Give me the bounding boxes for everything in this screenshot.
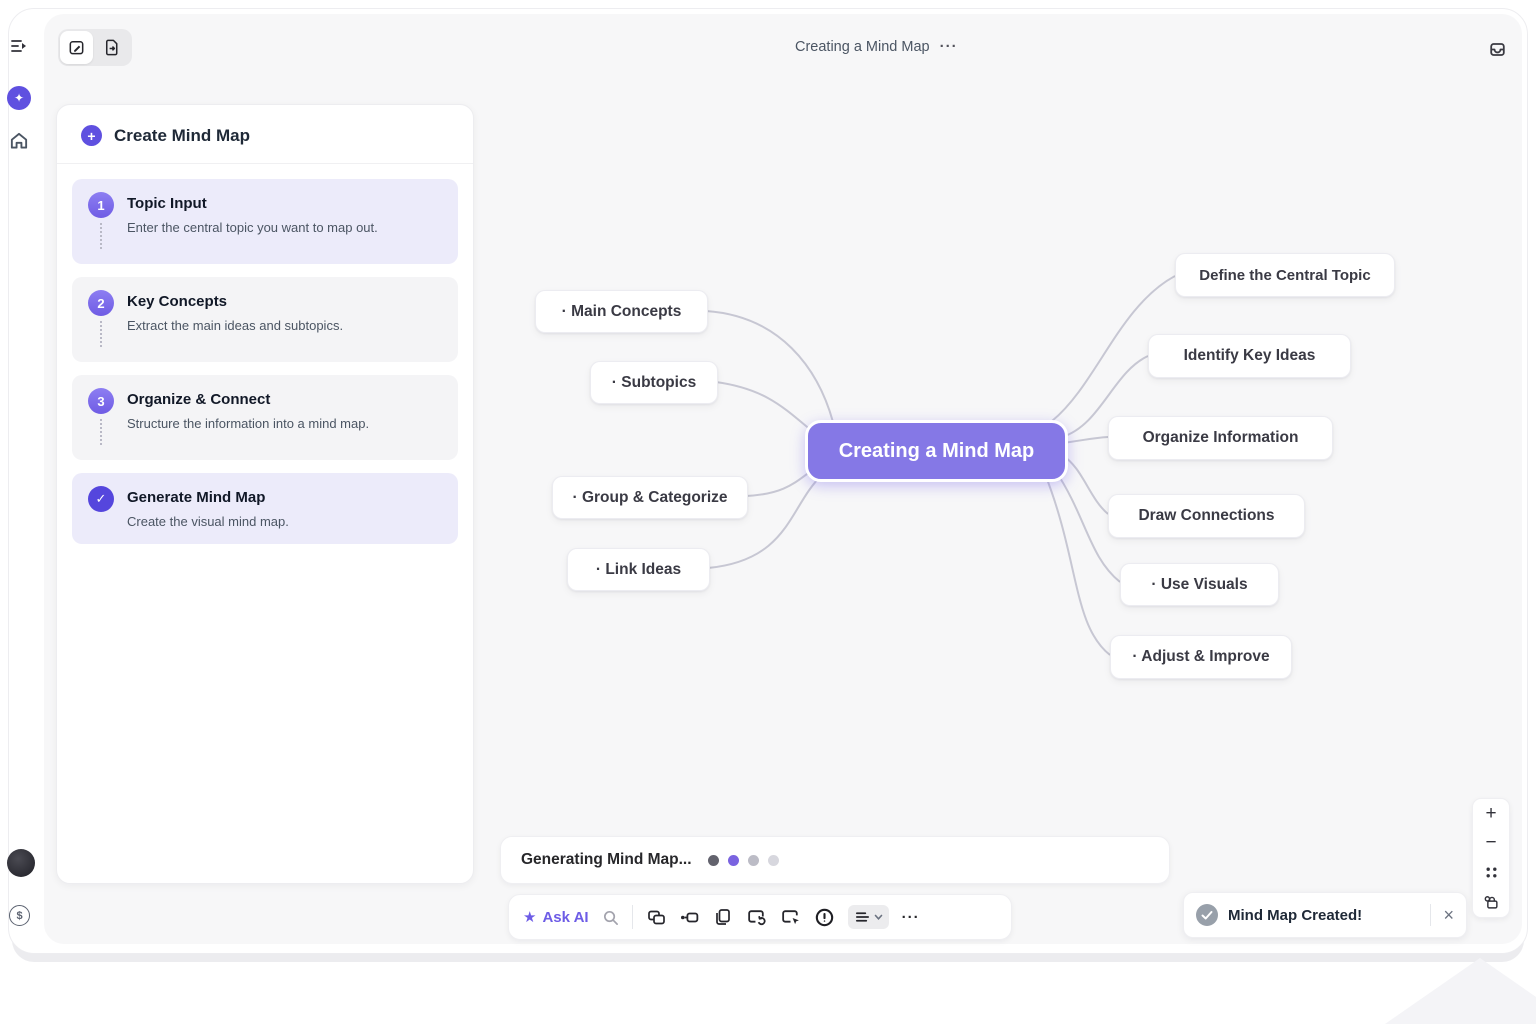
user-avatar[interactable]	[7, 849, 35, 877]
step-rail: 1	[88, 192, 114, 249]
insert-node-icon[interactable]	[679, 907, 700, 928]
avatar-image	[7, 849, 35, 877]
status-dot	[728, 855, 739, 866]
mindmap-node-adjust-improve[interactable]: · Adjust & Improve	[1110, 635, 1292, 679]
collapse-sidebar-icon[interactable]	[8, 36, 30, 56]
zoom-out-button[interactable]: −	[1478, 831, 1504, 855]
step-number-badge: 1	[88, 192, 114, 218]
search-icon[interactable]	[602, 909, 619, 926]
status-progress-dots	[708, 855, 779, 866]
ai-star-icon: ★	[523, 908, 536, 926]
step-generate-mind-map[interactable]: ✓ Generate Mind Map Create the visual mi…	[72, 473, 458, 544]
home-icon[interactable]	[8, 130, 30, 152]
step-title: Key Concepts	[127, 290, 343, 310]
chevron-down-icon	[874, 914, 883, 921]
check-circle-icon	[1196, 904, 1218, 926]
app-root: ✦ $ Creating a Mind Map ···	[0, 0, 1536, 1024]
zoom-in-button[interactable]: +	[1478, 802, 1504, 826]
step-topic-input[interactable]: 1 Topic Input Enter the central topic yo…	[72, 179, 458, 264]
step-connector-dots	[100, 419, 102, 445]
step-key-concepts[interactable]: 2 Key Concepts Extract the main ideas an…	[72, 277, 458, 362]
credits-icon[interactable]: $	[9, 905, 30, 926]
step-rail: 3	[88, 388, 114, 445]
generation-status-bar: Generating Mind Map...	[500, 836, 1170, 884]
step-organize-connect[interactable]: 3 Organize & Connect Structure the infor…	[72, 375, 458, 460]
app-logo-icon[interactable]: ✦	[7, 86, 31, 110]
frames-icon[interactable]	[646, 907, 666, 927]
step-number-badge: 3	[88, 388, 114, 414]
mindmap-center-node[interactable]: Creating a Mind Map	[805, 420, 1068, 482]
mindmap-node-main-concepts[interactable]: · Main Concepts	[535, 290, 708, 333]
status-dot	[708, 855, 719, 866]
sparkle-logo-icon: ✦	[7, 86, 31, 110]
step-description: Create the visual mind map.	[127, 514, 289, 529]
document-title: Creating a Mind Map	[795, 39, 930, 55]
inbox-icon[interactable]	[1485, 37, 1509, 61]
view-mode-switcher	[58, 29, 132, 66]
step-description: Extract the main ideas and subtopics.	[127, 318, 343, 333]
alert-circle-icon[interactable]	[814, 907, 835, 928]
step-description: Structure the information into a mind ma…	[127, 416, 369, 431]
step-number-badge: 2	[88, 290, 114, 316]
mindmap-node-link-ideas[interactable]: · Link Ideas	[567, 548, 710, 591]
mind-map-created-toast: Mind Map Created! ×	[1183, 892, 1467, 938]
step-title: Organize & Connect	[127, 388, 369, 408]
sync-frame-icon[interactable]	[746, 907, 767, 928]
plus-circle-icon: +	[81, 125, 102, 146]
background-triangle-decoration	[1385, 958, 1536, 1024]
step-connector-dots	[100, 223, 102, 249]
copy-pages-icon[interactable]	[713, 907, 733, 927]
credits-glyph: $	[9, 905, 30, 926]
mindmap-node-organize-information[interactable]: Organize Information	[1108, 416, 1333, 460]
step-description: Enter the central topic you want to map …	[127, 220, 378, 235]
align-options-button[interactable]	[848, 905, 889, 929]
document-tab[interactable]	[95, 31, 128, 64]
toast-close-icon[interactable]: ×	[1443, 905, 1454, 926]
panel-title: Create Mind Map	[114, 126, 250, 146]
title-menu-dots[interactable]: ···	[940, 38, 958, 55]
canvas-toolbar: ★ Ask AI	[508, 894, 1012, 940]
step-title: Topic Input	[127, 192, 378, 212]
mindmap-node-draw-connections[interactable]: Draw Connections	[1108, 494, 1305, 538]
steps-list: 1 Topic Input Enter the central topic yo…	[72, 179, 458, 544]
align-lines-icon	[854, 909, 871, 925]
toast-divider	[1430, 904, 1431, 926]
ask-ai-label: Ask AI	[542, 909, 588, 926]
mindmap-node-use-visuals[interactable]: · Use Visuals	[1120, 563, 1279, 606]
mindmap-node-subtopics[interactable]: · Subtopics	[590, 361, 718, 404]
step-rail: 2	[88, 290, 114, 347]
mindmap-node-group-categorize[interactable]: · Group & Categorize	[552, 476, 748, 519]
mindmap-node-identify-key-ideas[interactable]: Identify Key Ideas	[1148, 334, 1351, 378]
create-mind-map-panel: + Create Mind Map 1 Topic Input Enter th…	[56, 104, 474, 884]
select-frame-icon[interactable]	[780, 907, 801, 928]
step-check-icon: ✓	[88, 486, 114, 512]
canvas-zoom-controls: + −	[1472, 798, 1510, 918]
fit-view-icon[interactable]	[1478, 861, 1504, 885]
step-connector-dots	[100, 321, 102, 347]
panel-header: + Create Mind Map	[57, 105, 473, 164]
board-pen-icon	[67, 38, 86, 57]
ask-ai-button[interactable]: ★ Ask AI	[523, 908, 589, 926]
step-rail: ✓	[88, 486, 114, 529]
mindmap-node-define-central-topic[interactable]: Define the Central Topic	[1175, 253, 1395, 297]
toolbar-divider	[632, 905, 633, 929]
status-dot	[748, 855, 759, 866]
document-title-bar: Creating a Mind Map ···	[795, 38, 958, 55]
board-edit-tab[interactable]	[60, 31, 93, 64]
document-export-icon	[102, 38, 121, 57]
step-title: Generate Mind Map	[127, 486, 289, 506]
status-dot	[768, 855, 779, 866]
toolbar-more-button[interactable]: ···	[902, 909, 920, 926]
toast-message: Mind Map Created!	[1228, 907, 1362, 924]
status-label: Generating Mind Map...	[521, 851, 692, 869]
lock-canvas-icon[interactable]	[1478, 890, 1504, 914]
